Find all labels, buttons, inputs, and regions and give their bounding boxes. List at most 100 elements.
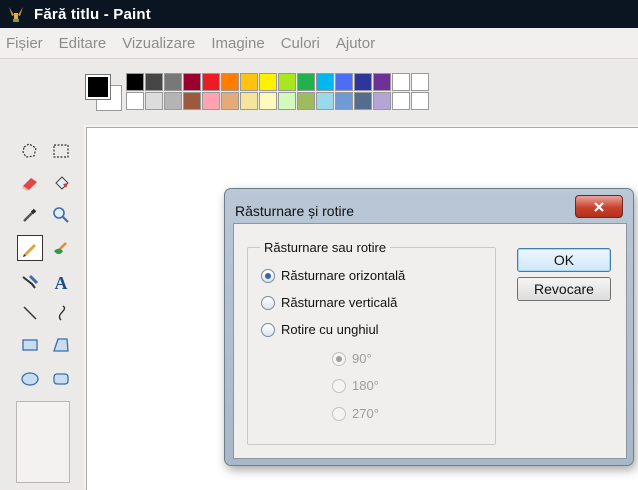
dialog-body: Răsturnare sau rotire Răsturnare orizont… — [233, 223, 627, 459]
color-swatch[interactable] — [373, 92, 391, 110]
menu-colors[interactable]: Culori — [273, 35, 328, 52]
radio-flip-horizontal[interactable]: Răsturnare orizontală — [261, 268, 405, 283]
eraser-icon — [22, 178, 37, 191]
title-bar: Fără titlu - Paint — [0, 0, 638, 28]
rect-select-tool[interactable] — [48, 138, 74, 164]
paint-app-icon — [6, 4, 26, 24]
menu-help[interactable]: Ajutor — [328, 35, 383, 52]
eraser-tool[interactable] — [17, 170, 43, 196]
color-swatch[interactable] — [316, 92, 334, 110]
color-swatch[interactable] — [373, 73, 391, 91]
color-swatch[interactable] — [278, 92, 296, 110]
current-colors[interactable] — [84, 73, 124, 113]
radio-button[interactable] — [261, 268, 275, 283]
color-swatch[interactable] — [259, 92, 277, 110]
rounded-rect-tool[interactable] — [48, 366, 74, 392]
menu-file[interactable]: Fișier — [0, 35, 51, 52]
color-swatch[interactable] — [411, 73, 429, 91]
radio-label: 180° — [352, 378, 379, 393]
color-swatch[interactable] — [145, 92, 163, 110]
window-title: Fără titlu - Paint — [34, 5, 151, 23]
rectangle-tool[interactable] — [17, 332, 43, 358]
color-swatch[interactable] — [335, 92, 353, 110]
color-swatch[interactable] — [164, 92, 182, 110]
toolbox: A — [0, 125, 84, 489]
polygon-tool[interactable] — [48, 332, 74, 358]
color-swatch[interactable] — [240, 92, 258, 110]
radio-label: Rotire cu unghiul — [281, 322, 379, 337]
fill-tool[interactable] — [48, 170, 74, 196]
color-picker-icon — [23, 208, 37, 222]
color-swatch[interactable] — [202, 92, 220, 110]
tool-options-box[interactable] — [16, 401, 70, 483]
color-swatches — [126, 73, 429, 110]
radio-flip-vertical[interactable]: Răsturnare verticală — [261, 295, 397, 310]
color-swatch[interactable] — [354, 92, 372, 110]
color-swatch[interactable] — [221, 73, 239, 91]
radio-button[interactable] — [261, 295, 275, 310]
color-swatch[interactable] — [259, 73, 277, 91]
text-tool[interactable]: A — [48, 269, 74, 295]
radio-button[interactable] — [332, 406, 346, 421]
color-swatch[interactable] — [297, 73, 315, 91]
color-swatch[interactable] — [411, 92, 429, 110]
color-swatch[interactable] — [335, 73, 353, 91]
rect-select-icon — [53, 144, 69, 158]
radio-rotate-by-angle[interactable]: Rotire cu unghiul — [261, 322, 379, 337]
foreground-color[interactable] — [85, 74, 111, 100]
pencil-icon — [23, 244, 36, 257]
color-swatch[interactable] — [354, 73, 372, 91]
ellipse-tool[interactable] — [17, 366, 43, 392]
brush-icon — [54, 242, 67, 254]
radio-label: Răsturnare verticală — [281, 295, 398, 310]
color-swatch[interactable] — [392, 73, 410, 91]
menu-image[interactable]: Imagine — [203, 35, 272, 52]
dialog-title: Răsturnare și rotire — [235, 203, 355, 219]
rounded-rect-icon — [53, 373, 69, 385]
radio-button[interactable] — [332, 378, 346, 393]
ok-button[interactable]: OK — [517, 248, 611, 272]
free-select-icon — [22, 143, 37, 158]
radio-label: Răsturnare orizontală — [281, 268, 406, 283]
close-button[interactable] — [575, 195, 623, 218]
curve-tool[interactable] — [48, 300, 74, 326]
free-select-tool[interactable] — [17, 138, 43, 164]
color-swatch[interactable] — [145, 73, 163, 91]
radio-angle-270[interactable]: 270° — [332, 406, 379, 421]
brush-tool[interactable] — [48, 235, 74, 261]
menu-view[interactable]: Vizualizare — [114, 35, 203, 52]
text-icon: A — [55, 273, 68, 292]
rectangle-icon — [22, 339, 38, 351]
curve-icon — [58, 305, 66, 321]
ellipse-icon — [21, 372, 39, 386]
cancel-button[interactable]: Revocare — [517, 277, 611, 301]
magnifier-tool[interactable] — [48, 202, 74, 228]
polygon-icon — [53, 338, 69, 352]
color-swatch[interactable] — [278, 73, 296, 91]
radio-button[interactable] — [261, 322, 275, 337]
svg-text:A: A — [55, 273, 68, 292]
airbrush-tool[interactable] — [17, 269, 43, 295]
color-swatch[interactable] — [221, 92, 239, 110]
color-swatch[interactable] — [183, 92, 201, 110]
radio-angle-180[interactable]: 180° — [332, 378, 379, 393]
color-swatch[interactable] — [126, 73, 144, 91]
radio-label: 90° — [352, 351, 372, 366]
color-swatch[interactable] — [316, 73, 334, 91]
color-swatch[interactable] — [126, 92, 144, 110]
menu-edit[interactable]: Editare — [51, 35, 115, 52]
line-tool[interactable] — [17, 300, 43, 326]
flip-rotate-dialog: Răsturnare și rotire Răsturnare sau roti… — [224, 188, 634, 466]
color-swatch[interactable] — [164, 73, 182, 91]
color-picker-tool[interactable] — [17, 202, 43, 228]
color-swatch[interactable] — [392, 92, 410, 110]
pencil-tool[interactable] — [17, 235, 43, 261]
fill-bucket-icon — [55, 176, 69, 190]
color-swatch[interactable] — [240, 73, 258, 91]
radio-button[interactable] — [332, 351, 346, 366]
color-swatch[interactable] — [202, 73, 220, 91]
radio-angle-90[interactable]: 90° — [332, 351, 372, 366]
color-palette — [0, 59, 638, 125]
color-swatch[interactable] — [183, 73, 201, 91]
color-swatch[interactable] — [297, 92, 315, 110]
